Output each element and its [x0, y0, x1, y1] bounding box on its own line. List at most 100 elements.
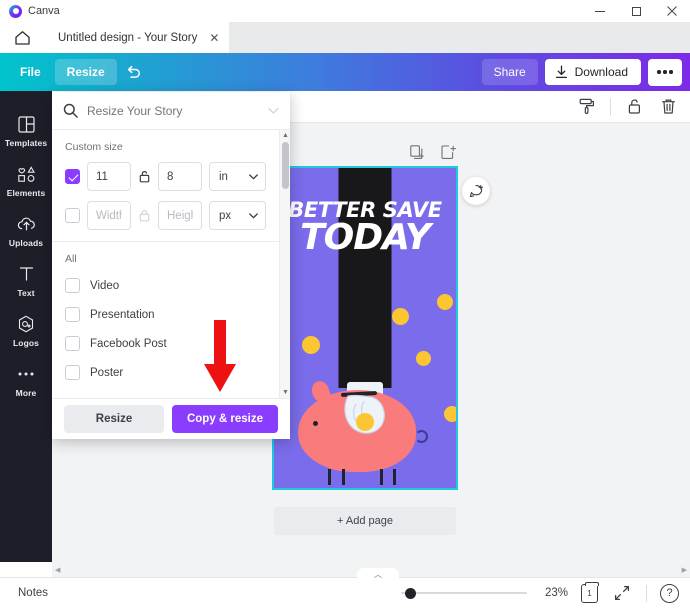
zoom-controls: 23% 1 ?	[401, 582, 679, 604]
option-row-video[interactable]: Video	[52, 271, 279, 300]
resize-search-bar[interactable]	[52, 92, 290, 130]
left-sidebar: Templates Elements Uploads	[0, 91, 52, 562]
app-brand: Canva	[0, 5, 60, 18]
resize-panel-body: Custom size in	[52, 130, 279, 398]
aspect-lock-2[interactable]	[138, 209, 151, 222]
piggy-leg	[393, 469, 396, 485]
zoom-percent-label: 23%	[540, 587, 568, 599]
option-checkbox[interactable]	[65, 336, 80, 351]
page-count-badge[interactable]: 1	[581, 584, 598, 603]
sidebar-item-more[interactable]: More	[0, 355, 52, 405]
statusbar-divider	[646, 585, 647, 602]
page-tools	[410, 145, 456, 165]
resize-button[interactable]: Resize	[64, 405, 164, 433]
file-menu-button[interactable]: File	[8, 59, 53, 85]
close-button[interactable]	[654, 0, 690, 22]
toolbar-divider	[610, 98, 611, 116]
design-canvas[interactable]: BETTER SAVE TODAY	[274, 168, 456, 488]
all-section-label: All	[52, 242, 279, 271]
sidebar-item-templates[interactable]: Templates	[0, 105, 52, 155]
duplicate-page-button[interactable]	[410, 145, 425, 165]
option-checkbox[interactable]	[65, 278, 80, 293]
unit-select-2-value: px	[219, 210, 231, 222]
resize-panel-footer: Resize Copy & resize	[52, 398, 290, 439]
sidebar-item-elements[interactable]: Elements	[0, 155, 52, 205]
height-input-2[interactable]	[158, 201, 202, 230]
browser-tab[interactable]: Untitled design - Your Story ✕	[44, 22, 229, 53]
notes-button[interactable]: Notes	[18, 587, 48, 599]
download-label: Download	[575, 66, 628, 78]
home-icon	[14, 30, 31, 46]
unlock-icon	[139, 170, 150, 183]
option-checkbox[interactable]	[65, 365, 80, 380]
size-row-2-checkbox[interactable]	[65, 208, 80, 223]
comment-button[interactable]	[462, 177, 490, 205]
width-input-1[interactable]	[87, 162, 131, 191]
tab-title: Untitled design - Your Story	[58, 32, 197, 44]
chevron-down-icon	[249, 213, 258, 219]
coin-icon	[302, 336, 320, 354]
add-page-bottom-button[interactable]: + Add page	[274, 507, 456, 535]
hand-illustration	[338, 394, 392, 440]
sidebar-item-logos[interactable]: Logos	[0, 305, 52, 355]
custom-size-row-2: px	[52, 198, 279, 237]
search-icon	[63, 103, 78, 118]
search-input[interactable]	[87, 104, 259, 118]
unit-select-1[interactable]: in	[209, 162, 266, 191]
notes-expand-handle[interactable]: ︿	[357, 568, 399, 580]
design-canvas-wrapper[interactable]: BETTER SAVE TODAY	[274, 168, 456, 488]
add-page-button[interactable]	[441, 145, 456, 165]
zoom-slider[interactable]	[401, 586, 527, 600]
share-button[interactable]: Share	[482, 59, 538, 85]
piggy-eye	[313, 421, 318, 426]
comment-icon	[469, 184, 484, 199]
scroll-up-arrow[interactable]: ▲	[280, 130, 291, 141]
paint-roller-button[interactable]	[576, 96, 598, 118]
option-row-facebook-post[interactable]: Facebook Post	[52, 329, 279, 358]
option-label: Facebook Post	[90, 338, 167, 350]
option-row-poster[interactable]: Poster	[52, 358, 279, 387]
sidebar-label: Logos	[13, 338, 39, 348]
sidebar-label: Text	[17, 288, 34, 298]
help-button[interactable]: ?	[660, 584, 679, 603]
maximize-button[interactable]	[618, 0, 654, 22]
download-icon	[555, 65, 568, 79]
height-input-1[interactable]	[158, 162, 202, 191]
width-input-2[interactable]	[87, 201, 131, 230]
sidebar-label: Templates	[5, 138, 47, 148]
option-label: Video	[90, 280, 119, 292]
toolbar-right-group: Share Download	[482, 59, 682, 86]
status-bar: Notes 23% 1 ?	[0, 577, 690, 608]
canva-app-window: Canva Untitled design - Your Story ✕ Fil…	[0, 0, 690, 608]
scrollbar-thumb[interactable]	[282, 142, 289, 189]
option-row-presentation[interactable]: Presentation	[52, 300, 279, 329]
minimize-icon	[595, 11, 605, 12]
more-options-button[interactable]	[648, 59, 682, 86]
lock-button[interactable]	[623, 96, 645, 118]
fullscreen-button[interactable]	[611, 582, 633, 604]
copy-and-resize-button[interactable]: Copy & resize	[172, 405, 278, 433]
expand-icon	[614, 585, 630, 601]
zoom-knob[interactable]	[405, 588, 416, 599]
option-checkbox[interactable]	[65, 307, 80, 322]
unit-select-2[interactable]: px	[209, 201, 266, 230]
tab-close-icon[interactable]: ✕	[207, 30, 221, 46]
scroll-right-arrow[interactable]: ▶	[682, 566, 687, 574]
resize-panel: Custom size in	[52, 92, 290, 439]
sidebar-item-text[interactable]: Text	[0, 255, 52, 305]
chevron-down-icon	[249, 174, 258, 180]
delete-button[interactable]	[657, 96, 679, 118]
size-row-1-checkbox[interactable]	[65, 169, 80, 184]
aspect-lock-1[interactable]	[138, 170, 151, 183]
text-icon	[19, 264, 34, 284]
home-button[interactable]	[0, 22, 44, 53]
undo-button[interactable]	[119, 58, 149, 86]
minimize-button[interactable]	[582, 0, 618, 22]
sidebar-item-uploads[interactable]: Uploads	[0, 205, 52, 255]
zoom-track	[401, 592, 527, 594]
scroll-left-arrow[interactable]: ◀	[55, 566, 60, 574]
panel-scrollbar[interactable]: ▲ ▼	[279, 130, 290, 398]
download-button[interactable]: Download	[545, 59, 641, 85]
resize-menu-button[interactable]: Resize	[55, 59, 117, 85]
scroll-down-arrow[interactable]: ▼	[280, 387, 291, 398]
